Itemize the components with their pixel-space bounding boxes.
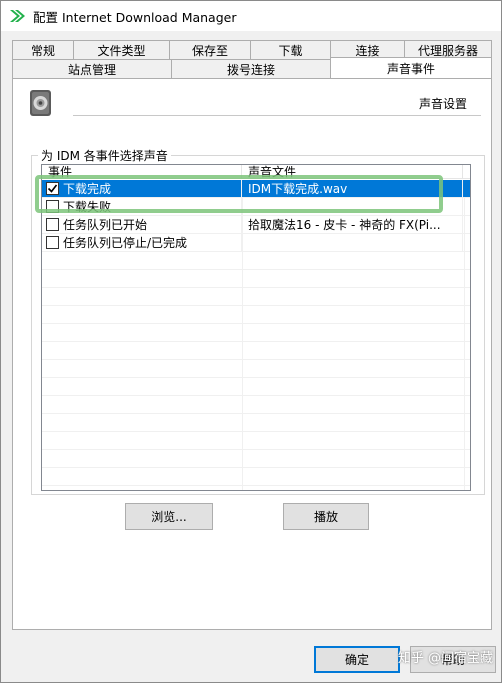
event-checkbox[interactable]	[46, 182, 59, 195]
sound-file: 拾取魔法16 - 皮卡 - 神奇的 FX(Pi...	[242, 215, 463, 234]
event-name: 任务队列已停止/已完成	[63, 236, 188, 250]
title-bar[interactable]: 配置 Internet Download Manager	[1, 1, 501, 31]
column-header-event[interactable]: 事件	[42, 165, 242, 179]
empty-row	[42, 414, 470, 432]
tab-dialup[interactable]: 拨号连接	[171, 59, 331, 78]
listview-header: 事件 声音文件	[42, 165, 470, 179]
empty-row	[42, 252, 470, 270]
group-label: 为 IDM 各事件选择声音	[38, 147, 171, 164]
tab-sound-events[interactable]: 声音事件	[330, 57, 492, 78]
sound-file	[242, 197, 463, 216]
config-window: 配置 Internet Download Manager 常规 文件类型 保存至…	[0, 0, 502, 683]
tab-downloads[interactable]: 下载	[250, 40, 331, 59]
header-divider	[73, 115, 481, 116]
event-name: 下载失败	[63, 200, 112, 214]
table-row[interactable]: 下载失败	[42, 197, 470, 216]
tab-file-types[interactable]: 文件类型	[73, 40, 170, 59]
event-checkbox[interactable]	[46, 218, 59, 231]
tab-save-to[interactable]: 保存至	[169, 40, 251, 59]
sound-file: IDM下载完成.wav	[242, 179, 463, 198]
event-sounds-group: 为 IDM 各事件选择声音 事件 声音文件 下载完成 IDM下载完成.wav 下…	[31, 147, 485, 495]
event-checkbox[interactable]	[46, 200, 59, 213]
empty-row	[42, 270, 470, 288]
window-title: 配置 Internet Download Manager	[33, 9, 237, 25]
empty-row	[42, 306, 470, 324]
sound-events-page: 声音设置 为 IDM 各事件选择声音 事件 声音文件 下载完成 IDM下载完成.…	[12, 78, 492, 630]
event-name: 下载完成	[63, 182, 112, 196]
tab-general[interactable]: 常规	[12, 40, 74, 59]
watermark-text: 知乎 @间宿宝藏	[397, 651, 493, 666]
column-header-sound-file[interactable]: 声音文件	[242, 165, 463, 179]
ok-button[interactable]: 确定	[314, 646, 400, 673]
events-listview[interactable]: 事件 声音文件 下载完成 IDM下载完成.wav 下载失败 任务队列已开始 拾取…	[41, 164, 471, 491]
table-row[interactable]: 任务队列已停止/已完成	[42, 233, 470, 252]
empty-row	[42, 432, 470, 450]
empty-row	[42, 360, 470, 378]
tab-site-manager[interactable]: 站点管理	[12, 59, 172, 78]
event-name: 任务队列已开始	[63, 218, 148, 232]
empty-row	[42, 378, 470, 396]
sound-settings-title: 声音设置	[418, 97, 467, 111]
browse-button[interactable]: 浏览...	[125, 503, 213, 530]
empty-row	[42, 324, 470, 342]
empty-row	[42, 288, 470, 306]
idm-app-icon	[9, 8, 25, 24]
empty-row	[42, 342, 470, 360]
table-row[interactable]: 任务队列已开始 拾取魔法16 - 皮卡 - 神奇的 FX(Pi...	[42, 215, 470, 234]
empty-row	[42, 468, 470, 486]
speaker-icon	[27, 89, 55, 117]
event-checkbox[interactable]	[46, 236, 59, 249]
empty-row	[42, 396, 470, 414]
listview-rows: 下载完成 IDM下载完成.wav 下载失败 任务队列已开始 拾取魔法16 - 皮…	[42, 179, 470, 486]
tab-row-2: 站点管理 拨号连接 声音事件	[12, 57, 492, 78]
sound-file	[242, 233, 463, 252]
empty-row	[42, 450, 470, 468]
table-row[interactable]: 下载完成 IDM下载完成.wav	[42, 179, 470, 198]
play-button[interactable]: 播放	[283, 503, 369, 530]
